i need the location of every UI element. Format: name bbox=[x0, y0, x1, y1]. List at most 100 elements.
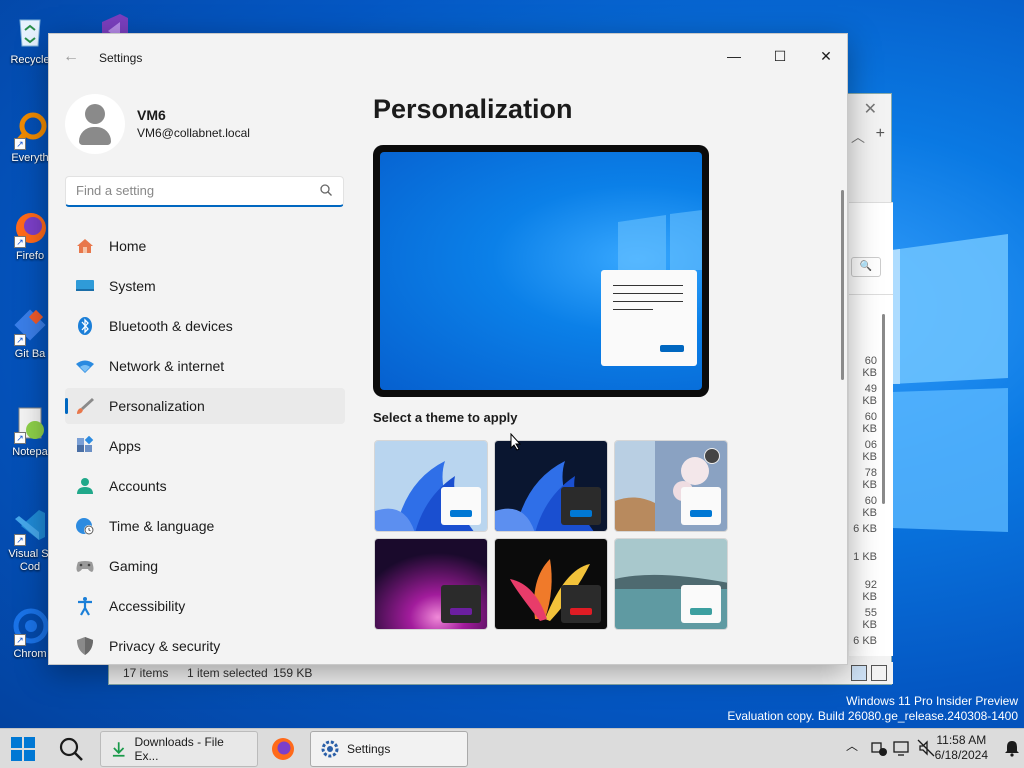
nav-item-personalization[interactable]: Personalization bbox=[65, 388, 345, 424]
theme-windows-light[interactable] bbox=[374, 440, 488, 532]
back-arrow-icon[interactable]: ← bbox=[63, 48, 79, 66]
user-profile[interactable]: VM6 VM6@collabnet.local bbox=[65, 94, 365, 158]
file-size: 6 KB bbox=[853, 635, 877, 647]
volume-muted-icon[interactable] bbox=[917, 739, 935, 757]
file-size: 1 KB bbox=[853, 551, 877, 563]
shortcut-arrow-icon: ↗ bbox=[14, 236, 26, 248]
chevron-up-icon[interactable]: ︿ bbox=[846, 737, 864, 755]
system-clock[interactable]: 11:58 AM 6/18/2024 bbox=[935, 733, 988, 763]
clock-time: 11:58 AM bbox=[936, 733, 987, 747]
taskbar-app-file-explorer[interactable]: Downloads - File Ex... bbox=[100, 731, 258, 767]
shortcut-arrow-icon: ↗ bbox=[14, 634, 26, 646]
theme-flow[interactable] bbox=[614, 538, 728, 630]
search-input[interactable] bbox=[76, 183, 306, 198]
file-size: 06 KB bbox=[862, 439, 877, 463]
nav-label: System bbox=[109, 278, 156, 294]
shortcut-arrow-icon: ↗ bbox=[14, 334, 26, 346]
theme-spotlight[interactable] bbox=[614, 440, 728, 532]
nav-item-accounts[interactable]: Accounts bbox=[65, 468, 345, 504]
gear-icon bbox=[321, 740, 339, 758]
search-icon bbox=[59, 737, 83, 761]
taskbar-app-firefox[interactable] bbox=[270, 731, 296, 767]
apps-icon bbox=[75, 436, 95, 456]
nav-item-home[interactable]: Home bbox=[65, 228, 345, 264]
preview-desktop bbox=[380, 152, 702, 390]
file-size: 60 KB bbox=[862, 355, 877, 379]
window-title: Settings bbox=[99, 51, 143, 65]
chevron-up-icon[interactable]: ︿ bbox=[851, 127, 865, 147]
file-size: 60 KB bbox=[862, 495, 877, 519]
nav-item-bluetooth-devices[interactable]: Bluetooth & devices bbox=[65, 308, 345, 344]
tiles-view-icon[interactable] bbox=[871, 665, 887, 681]
nav-item-apps[interactable]: Apps bbox=[65, 428, 345, 464]
explorer-toolbar-area bbox=[849, 202, 893, 302]
firefox-icon bbox=[272, 738, 294, 760]
content-scrollbar[interactable] bbox=[841, 190, 844, 380]
close-button[interactable]: ✕ bbox=[803, 42, 847, 70]
notification-bell-icon[interactable] bbox=[1003, 739, 1021, 757]
theme-windows-dark[interactable] bbox=[494, 440, 608, 532]
mouse-cursor-icon bbox=[510, 433, 522, 451]
theme-glow[interactable] bbox=[374, 538, 488, 630]
file-size: 60 KB bbox=[862, 411, 877, 435]
search-button[interactable] bbox=[58, 731, 84, 767]
network-status-icon[interactable] bbox=[870, 739, 888, 757]
explorer-status-bar: 17 items 1 item selected 159 KB bbox=[109, 662, 893, 684]
close-icon[interactable]: ✕ bbox=[864, 99, 877, 119]
search-icon bbox=[320, 184, 332, 196]
nav-item-gaming[interactable]: Gaming bbox=[65, 548, 345, 584]
brush-icon bbox=[75, 396, 95, 416]
nav-label: Time & language bbox=[109, 518, 215, 534]
file-size: 78 KB bbox=[862, 467, 877, 491]
new-tab-icon[interactable]: + bbox=[876, 125, 885, 143]
download-icon bbox=[112, 742, 125, 757]
explorer-search-box[interactable]: 🔍 bbox=[851, 257, 881, 277]
nav-label: Personalization bbox=[109, 398, 205, 414]
nav-label: Accounts bbox=[109, 478, 167, 494]
evaluation-watermark: Windows 11 Pro Insider Preview Evaluatio… bbox=[727, 694, 1018, 724]
theme-section-heading: Select a theme to apply bbox=[373, 410, 518, 425]
file-size: 55 KB bbox=[862, 607, 877, 631]
nav-item-accessibility[interactable]: Accessibility bbox=[65, 588, 345, 624]
clock-date: 6/18/2024 bbox=[934, 748, 988, 762]
watermark-line: Evaluation copy. Build 26080.ge_release.… bbox=[727, 709, 1018, 723]
nav-label: Accessibility bbox=[109, 598, 186, 614]
nav-item-time-language[interactable]: Time & language bbox=[65, 508, 345, 544]
minimize-button[interactable]: — bbox=[711, 42, 757, 70]
shortcut-arrow-icon: ↗ bbox=[14, 534, 26, 546]
nav-label: Apps bbox=[109, 438, 141, 454]
explorer-file-list[interactable]: 60 KB 49 KB 60 KB 06 KB 78 KB 60 KB 6 KB… bbox=[849, 294, 893, 656]
title-bar[interactable]: ← Settings — ☐ ✕ bbox=[49, 34, 847, 80]
page-title: Personalization bbox=[373, 94, 573, 124]
system-icon bbox=[75, 276, 95, 296]
avatar bbox=[65, 94, 125, 154]
user-email: VM6@collabnet.local bbox=[137, 126, 250, 140]
display-icon[interactable] bbox=[893, 739, 911, 757]
nav-label: Network & internet bbox=[109, 358, 225, 374]
nav-label: Gaming bbox=[109, 558, 159, 574]
taskbar: Downloads - File Ex... Settings ︿ 11:58 … bbox=[0, 728, 1024, 768]
watermark-line: Windows 11 Pro Insider Preview bbox=[846, 694, 1018, 708]
nav-label: Bluetooth & devices bbox=[109, 318, 233, 334]
nav-item-privacy-security[interactable]: Privacy & security bbox=[65, 628, 345, 664]
shield-icon bbox=[75, 636, 95, 656]
maximize-button[interactable]: ☐ bbox=[757, 42, 803, 70]
taskbar-app-settings[interactable]: Settings bbox=[310, 731, 468, 767]
search-box[interactable] bbox=[65, 176, 344, 207]
windows-start-icon bbox=[11, 737, 35, 761]
theme-captured-motion[interactable] bbox=[494, 538, 608, 630]
content-pane: Personalization Select a theme to apply bbox=[373, 80, 844, 664]
status-item-count: 17 items bbox=[123, 666, 169, 680]
theme-preview bbox=[373, 145, 709, 397]
shortcut-arrow-icon: ↗ bbox=[14, 138, 26, 150]
shortcut-arrow-icon: ↗ bbox=[14, 432, 26, 444]
nav-item-network-internet[interactable]: Network & internet bbox=[65, 348, 345, 384]
start-button[interactable] bbox=[10, 731, 36, 767]
nav-item-system[interactable]: System bbox=[65, 268, 345, 304]
recycle-bin-icon bbox=[11, 12, 49, 50]
settings-window[interactable]: ← Settings — ☐ ✕ VM6 VM6@collabnet.local… bbox=[48, 33, 848, 665]
explorer-scrollbar[interactable] bbox=[882, 314, 885, 504]
taskbar-app-label: Downloads - File Ex... bbox=[134, 735, 224, 763]
bluetooth-icon bbox=[75, 316, 95, 336]
details-view-icon[interactable] bbox=[851, 665, 867, 681]
